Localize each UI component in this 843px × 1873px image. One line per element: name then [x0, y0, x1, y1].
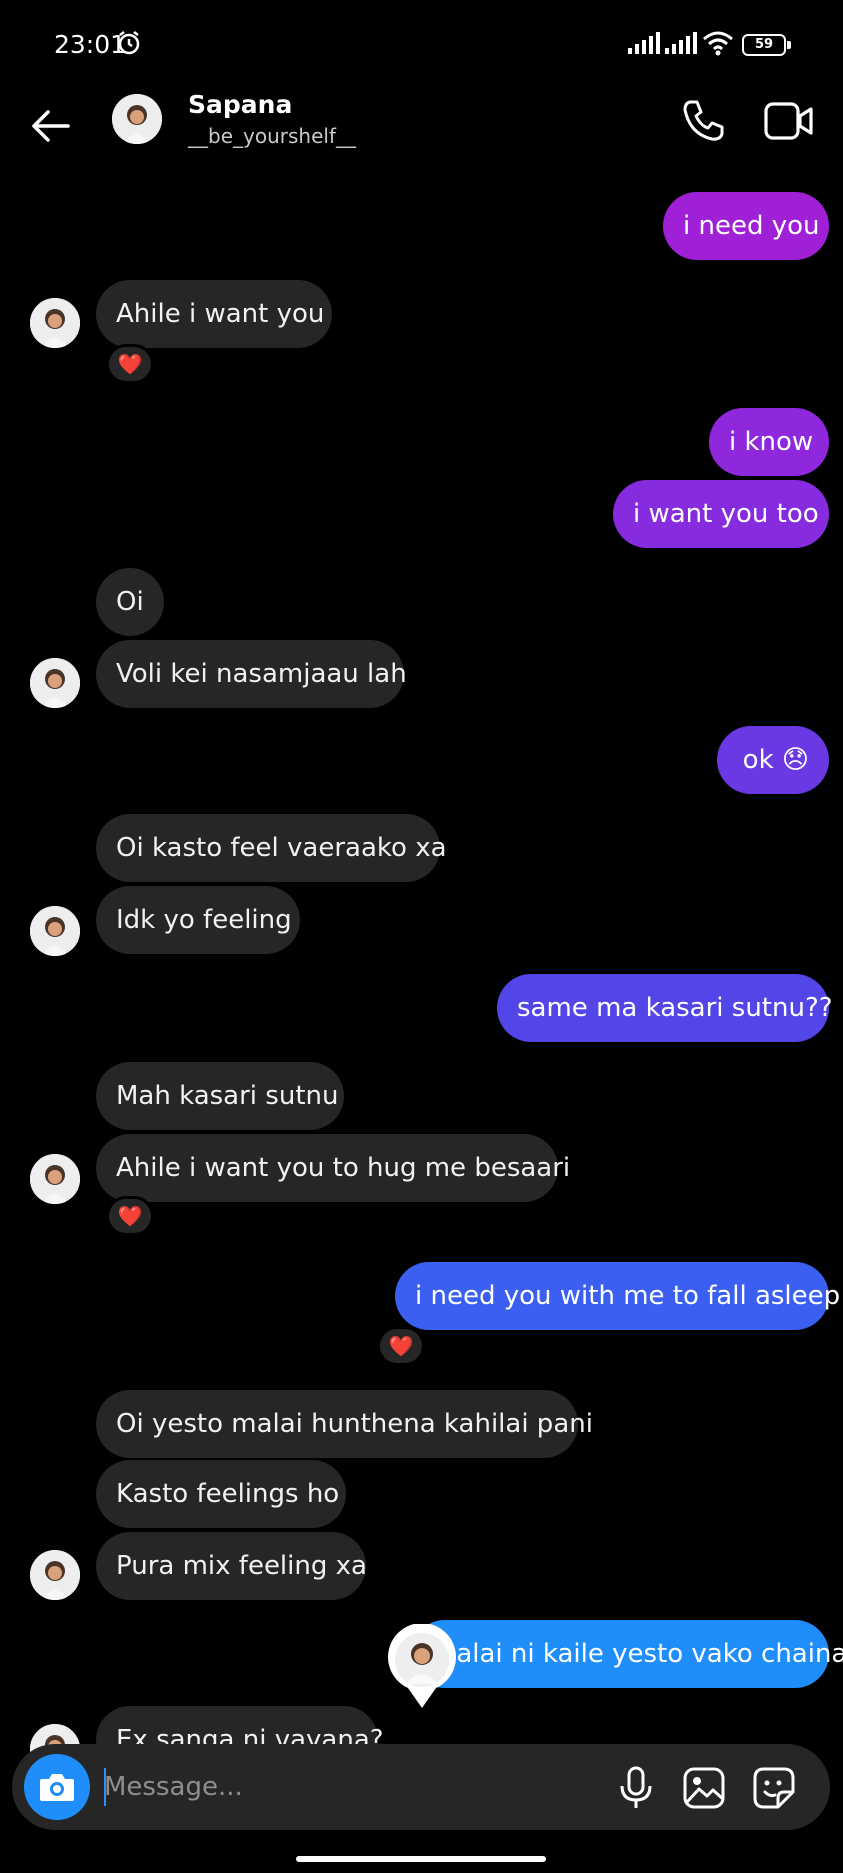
avatar-image [30, 658, 80, 708]
message-bubble-incoming[interactable]: Kasto feelings ho [96, 1460, 346, 1528]
camera-button[interactable] [24, 1754, 90, 1820]
message-bubble-incoming[interactable]: Ahile i want you [96, 280, 332, 348]
message-bubble-outgoing[interactable]: same ma kasari sutnu?? [497, 974, 833, 1042]
heart-icon[interactable]: ❤️ [106, 344, 154, 384]
message-input[interactable] [104, 1760, 524, 1814]
text-cursor [104, 1768, 106, 1806]
message-bubble-outgoing[interactable]: i need you [663, 192, 829, 260]
home-indicator[interactable] [296, 1856, 546, 1862]
avatar[interactable] [30, 1550, 80, 1600]
message-bubble-incoming[interactable]: Oi yesto malai hunthena kahilai pani [96, 1390, 593, 1458]
avatar-image [30, 1550, 80, 1600]
message-composer [12, 1744, 830, 1830]
message-bubble-outgoing[interactable]: i know [709, 408, 829, 476]
avatar-image [30, 298, 80, 348]
message-bubble-outgoing[interactable]: ok 😞 [717, 726, 829, 794]
avatar[interactable] [30, 298, 80, 348]
avatar[interactable] [30, 658, 80, 708]
message-bubble-incoming[interactable]: Voli kei nasamjaau lah [96, 640, 407, 708]
seen-avatar-marker [388, 1624, 456, 1708]
avatar-image [30, 1154, 80, 1204]
message-bubble-outgoing[interactable]: malai ni kaile yesto vako chaina [411, 1620, 843, 1688]
message-bubble-incoming[interactable]: Ahile i want you to hug me besaari [96, 1134, 570, 1202]
avatar[interactable] [30, 906, 80, 956]
camera-icon [40, 1774, 74, 1801]
message-list: i need you Ahile i want you ❤️ i know i … [0, 0, 843, 1873]
message-bubble-incoming[interactable]: Mah kasari sutnu [96, 1062, 344, 1130]
heart-icon[interactable]: ❤️ [106, 1196, 154, 1236]
sticker-icon[interactable] [752, 1766, 796, 1810]
message-bubble-incoming[interactable]: Idk yo feeling [96, 886, 300, 954]
avatar[interactable] [30, 1154, 80, 1204]
heart-icon[interactable]: ❤️ [377, 1326, 425, 1366]
message-bubble-outgoing[interactable]: i want you too [613, 480, 829, 548]
avatar-image [30, 906, 80, 956]
message-bubble-incoming[interactable]: Oi [96, 568, 164, 636]
message-bubble-incoming[interactable]: Oi kasto feel vaeraako xa [96, 814, 447, 882]
microphone-icon[interactable] [616, 1766, 656, 1810]
gallery-icon[interactable] [682, 1766, 726, 1810]
message-bubble-outgoing[interactable]: i need you with me to fall asleep [395, 1262, 840, 1330]
message-bubble-incoming[interactable]: Pura mix feeling xa [96, 1532, 367, 1600]
